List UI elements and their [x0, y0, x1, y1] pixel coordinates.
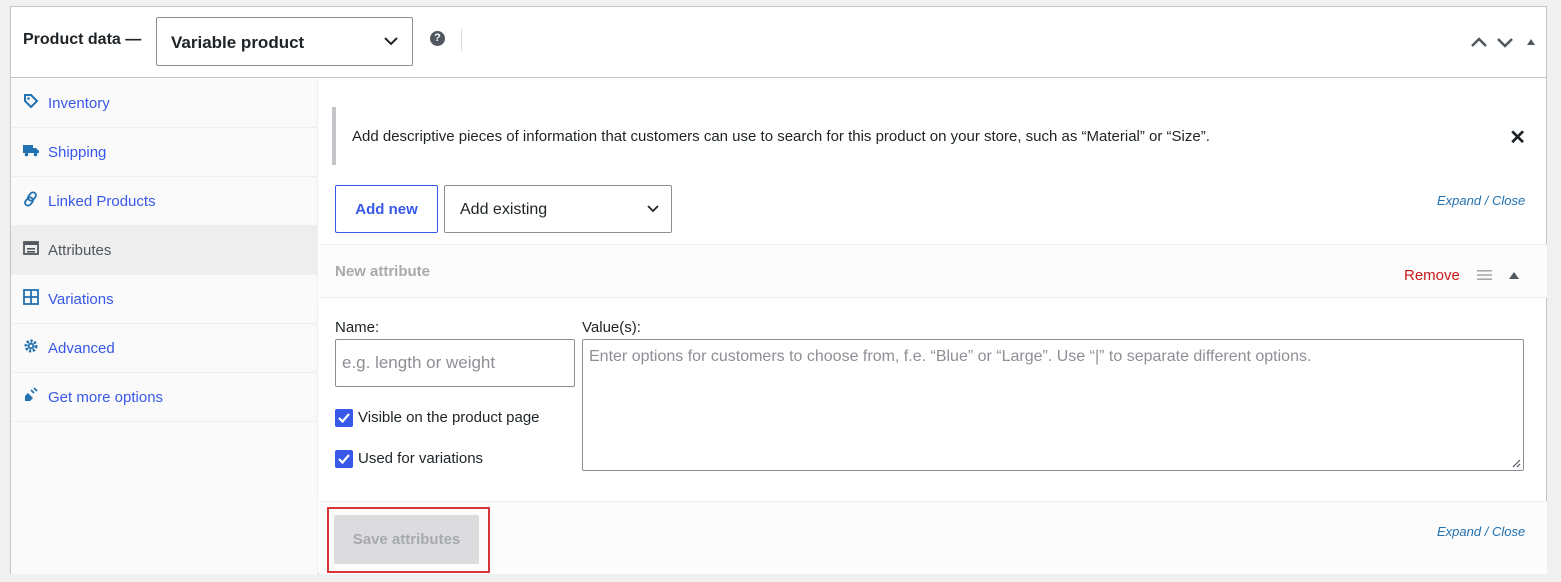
sidebar-item-advanced[interactable]: Advanced	[11, 324, 317, 373]
gear-icon	[24, 339, 38, 353]
sidebar-item-label: Attributes	[48, 242, 112, 259]
sidebar-item-inventory[interactable]: Inventory	[11, 79, 317, 128]
resize-grip-icon[interactable]	[1511, 458, 1521, 468]
attributes-notice: Add descriptive pieces of information th…	[332, 107, 1534, 165]
sidebar-item-get-more-options[interactable]: Get more options	[11, 373, 317, 422]
link-separator: /	[1484, 193, 1489, 208]
product-data-panel: Product data — Variable product ? Invent…	[10, 6, 1547, 574]
sidebar-item-label: Advanced	[48, 340, 115, 357]
add-existing-label: Add existing	[460, 201, 548, 218]
checkmark-icon	[338, 454, 350, 465]
product-data-tabs: Inventory Shipping Linked Products Attri…	[11, 79, 318, 574]
remove-attribute-link[interactable]: Remove	[1404, 267, 1460, 284]
panel-title: Product data —	[23, 31, 142, 48]
chevron-down-icon	[384, 37, 398, 46]
name-label: Name:	[335, 319, 380, 336]
variations-checkbox[interactable]	[335, 450, 353, 468]
attributes-footer	[319, 501, 1547, 574]
sidebar-item-label: Variations	[48, 291, 114, 308]
checkmark-icon	[338, 413, 350, 424]
expand-link[interactable]: Expand	[1437, 193, 1481, 208]
variations-label: Used for variations	[358, 450, 484, 467]
chevron-up-icon[interactable]	[1469, 34, 1489, 50]
visible-checkbox[interactable]	[335, 409, 353, 427]
close-icon[interactable]: ✕	[1509, 125, 1526, 150]
plugin-icon	[25, 387, 38, 401]
attribute-values-textarea[interactable]	[582, 339, 1524, 471]
header-divider	[461, 29, 462, 51]
link-icon	[24, 191, 37, 207]
sidebar-item-attributes[interactable]: Attributes	[11, 226, 317, 275]
attribute-title: New attribute	[335, 263, 431, 280]
sidebar-item-variations[interactable]: Variations	[11, 275, 317, 324]
add-existing-select[interactable]: Add existing	[444, 185, 672, 233]
panel-header: Product data — Variable product ?	[11, 7, 1546, 78]
visible-label: Visible on the product page	[358, 409, 540, 426]
add-new-button[interactable]: Add new	[335, 185, 438, 233]
notice-text: Add descriptive pieces of information th…	[352, 128, 1210, 145]
product-type-value: Variable product	[171, 33, 305, 52]
collapse-triangle-icon[interactable]	[1524, 34, 1538, 50]
save-attributes-button[interactable]: Save attributes	[334, 515, 479, 564]
attributes-list-icon	[23, 241, 39, 255]
collapse-triangle-icon[interactable]	[1508, 270, 1520, 280]
chevron-down-icon	[647, 205, 659, 213]
sidebar-item-label: Get more options	[48, 389, 164, 406]
product-type-select[interactable]: Variable product	[156, 17, 413, 66]
attribute-header[interactable]: New attribute Remove	[319, 244, 1547, 298]
close-link[interactable]: Close	[1492, 524, 1525, 539]
values-label: Value(s):	[582, 319, 641, 336]
drag-handle-icon[interactable]	[1477, 269, 1492, 281]
expand-close-links: Expand / Close	[1437, 524, 1525, 539]
close-link[interactable]: Close	[1492, 193, 1525, 208]
grid-icon	[23, 289, 39, 305]
sidebar-item-label: Shipping	[48, 144, 107, 161]
truck-icon	[23, 145, 39, 157]
help-icon[interactable]: ?	[430, 31, 445, 46]
expand-close-links: Expand / Close	[1437, 193, 1525, 208]
sidebar-item-shipping[interactable]: Shipping	[11, 128, 317, 177]
chevron-down-icon[interactable]	[1495, 34, 1515, 50]
expand-link[interactable]: Expand	[1437, 524, 1481, 539]
tag-icon	[24, 94, 39, 109]
sidebar-item-label: Linked Products	[48, 193, 156, 210]
link-separator: /	[1484, 524, 1489, 539]
sidebar-item-label: Inventory	[48, 95, 110, 112]
sidebar-item-linked-products[interactable]: Linked Products	[11, 177, 317, 226]
attribute-name-input[interactable]	[335, 339, 575, 387]
